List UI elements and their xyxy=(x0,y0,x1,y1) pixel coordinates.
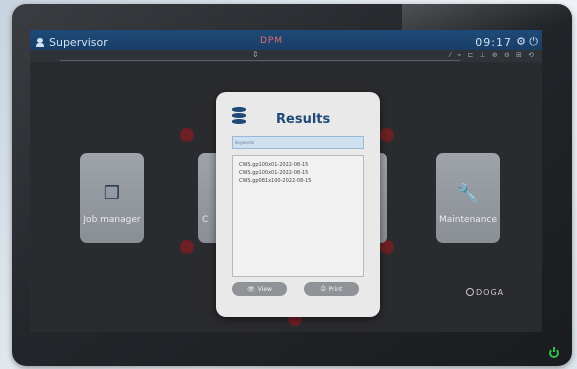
user-label: Supervisor xyxy=(49,36,108,49)
sub-bar-tab xyxy=(60,50,460,61)
results-list[interactable]: CWS.gp100x01-2022-08-15 CWS.gp100x01-202… xyxy=(232,155,364,277)
tile-label: Job manager xyxy=(83,215,141,225)
brand-text: DOGA xyxy=(476,288,505,297)
view-button[interactable]: 👁 View xyxy=(232,282,287,296)
view-button-label: View xyxy=(257,285,272,293)
hub-dot xyxy=(380,128,394,142)
dialog-title: Results xyxy=(276,112,331,127)
search-input[interactable]: Keywords xyxy=(232,136,364,149)
power-icon[interactable]: ⏻ xyxy=(529,35,538,49)
hub-dot xyxy=(180,240,194,254)
results-dialog: Results Keywords CWS.gp100x01-2022-08-15… xyxy=(216,92,380,317)
tile-job-manager[interactable]: ❒ Job manager xyxy=(80,153,144,243)
center-logo: DPM xyxy=(260,36,284,46)
brand-ring-icon xyxy=(466,288,474,296)
user-indicator[interactable]: Supervisor xyxy=(36,36,108,49)
screen: Supervisor DPM 09:17 ⚙ ⏻ ⇕ ⁄ ⌁ ⊏ ⊥ ⊕ ⊖ ⊞… xyxy=(30,30,542,332)
hub-dot xyxy=(180,128,194,142)
printer-icon: ⎙ xyxy=(320,285,326,292)
database-icon xyxy=(232,107,246,125)
print-button[interactable]: ⎙ Print xyxy=(304,282,359,296)
print-button-label: Print xyxy=(328,285,343,293)
list-item[interactable]: CWS.gp100x01-2022-08-15 xyxy=(233,162,363,170)
list-item[interactable]: CWS.gp081x100-2022-08-15 xyxy=(233,178,363,186)
list-item[interactable]: CWS.gp100x01-2022-08-15 xyxy=(233,170,363,178)
toolbar-icons[interactable]: ⁄ ⌁ ⊏ ⊥ ⊕ ⊖ ⊞ ⟲ xyxy=(450,51,536,59)
user-icon xyxy=(36,38,44,47)
sub-bar: ⇕ ⁄ ⌁ ⊏ ⊥ ⊕ ⊖ ⊞ ⟲ xyxy=(30,50,542,62)
tile-maintenance[interactable]: 🔧 Maintenance xyxy=(436,153,500,243)
dropdown-toggle-icon[interactable]: ⇕ xyxy=(252,50,259,59)
wrench-icon: 🔧 xyxy=(456,183,480,204)
boxes-icon: ❒ xyxy=(103,183,121,204)
power-button-icon[interactable] xyxy=(549,347,559,358)
gear-icon[interactable]: ⚙ xyxy=(516,35,526,48)
clock: 09:17 xyxy=(475,36,512,49)
tile-label: Maintenance xyxy=(439,215,497,225)
eye-icon: 👁 xyxy=(247,285,255,293)
brand-logo: DOGA xyxy=(466,288,504,297)
